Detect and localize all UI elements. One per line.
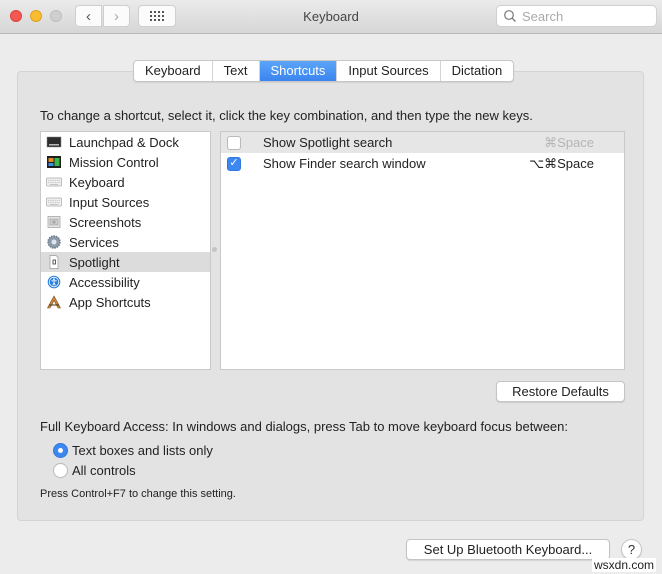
help-button[interactable]: ? [621, 539, 642, 560]
radio-label: Text boxes and lists only [72, 443, 213, 458]
category-item-spotlight[interactable]: Spotlight [41, 252, 210, 272]
mission-control-icon [47, 156, 61, 168]
accessibility-icon [47, 275, 61, 289]
input-sources-icon [46, 197, 62, 207]
category-label: Keyboard [69, 174, 125, 190]
shortcut-key-combination[interactable]: ⌘Space [544, 135, 594, 151]
title-bar: ‹ › Keyboard [0, 0, 662, 34]
category-label: Screenshots [69, 214, 142, 230]
category-item-keyboard[interactable]: Keyboard [41, 172, 210, 192]
question-mark-icon: ? [627, 542, 636, 557]
setup-bluetooth-keyboard-button[interactable]: Set Up Bluetooth Keyboard... [406, 539, 610, 560]
category-item-services[interactable]: Services [41, 232, 210, 252]
radio-option-text-boxes[interactable]: Text boxes and lists only [53, 443, 213, 458]
radio-button[interactable] [53, 463, 68, 478]
category-item-accessibility[interactable]: Accessibility [41, 272, 210, 292]
app-shortcuts-icon [46, 295, 62, 309]
tab-text[interactable]: Text [213, 61, 260, 81]
tab-bar: Keyboard Text Shortcuts Input Sources Di… [133, 60, 515, 82]
category-list[interactable]: Launchpad & Dock Mission Control Keyboar… [40, 131, 211, 370]
checkmark-icon: ✓ [229, 157, 239, 169]
instruction-text: To change a shortcut, select it, click t… [40, 108, 533, 123]
control-f7-hint: Press Control+F7 to change this setting. [40, 488, 236, 500]
category-item-mission-control[interactable]: Mission Control [41, 152, 210, 172]
tab-dictation[interactable]: Dictation [441, 61, 514, 81]
category-label: Mission Control [69, 154, 159, 170]
shortcut-label: Show Finder search window [263, 156, 426, 171]
shortcut-label: Show Spotlight search [263, 135, 393, 150]
shortcut-list[interactable]: Show Spotlight search ⌘Space ✓ Show Find… [220, 131, 625, 370]
radio-label: All controls [72, 463, 136, 478]
split-view-handle[interactable] [212, 247, 217, 252]
search-icon [504, 10, 516, 22]
shortcut-enabled-checkbox[interactable]: ✓ [227, 156, 241, 171]
shortcut-row-show-finder-search-window[interactable]: ✓ Show Finder search window ⌥⌘Space [221, 153, 624, 174]
shortcut-key-combination[interactable]: ⌥⌘Space [529, 156, 594, 172]
watermark: wsxdn.com [592, 558, 657, 572]
radio-button-selected[interactable] [53, 443, 68, 458]
category-item-app-shortcuts[interactable]: App Shortcuts [41, 292, 210, 312]
tab-input-sources[interactable]: Input Sources [337, 61, 441, 81]
spotlight-document-icon [49, 255, 59, 269]
full-keyboard-access-label: Full Keyboard Access: In windows and dia… [40, 419, 568, 434]
tab-keyboard[interactable]: Keyboard [134, 61, 213, 81]
category-item-launchpad-dock[interactable]: Launchpad & Dock [41, 132, 210, 152]
restore-defaults-button[interactable]: Restore Defaults [496, 381, 625, 402]
services-gear-icon [47, 235, 61, 249]
screenshots-icon [47, 216, 61, 228]
radio-option-all-controls[interactable]: All controls [53, 463, 136, 478]
keyboard-icon [46, 177, 62, 187]
category-label: Accessibility [69, 274, 140, 290]
search-field[interactable] [496, 5, 657, 27]
category-label: Launchpad & Dock [69, 134, 179, 150]
category-item-input-sources[interactable]: Input Sources [41, 192, 210, 212]
shortcut-enabled-checkbox[interactable] [227, 135, 241, 150]
category-label: Services [69, 234, 119, 250]
category-label: App Shortcuts [69, 294, 151, 310]
launchpad-dock-icon [46, 136, 62, 148]
category-label: Input Sources [69, 194, 150, 210]
category-label: Spotlight [69, 254, 120, 270]
tab-shortcuts[interactable]: Shortcuts [259, 61, 338, 81]
category-item-screenshots[interactable]: Screenshots [41, 212, 210, 232]
search-input[interactable] [522, 8, 642, 24]
shortcut-row-show-spotlight-search[interactable]: Show Spotlight search ⌘Space [221, 132, 624, 153]
